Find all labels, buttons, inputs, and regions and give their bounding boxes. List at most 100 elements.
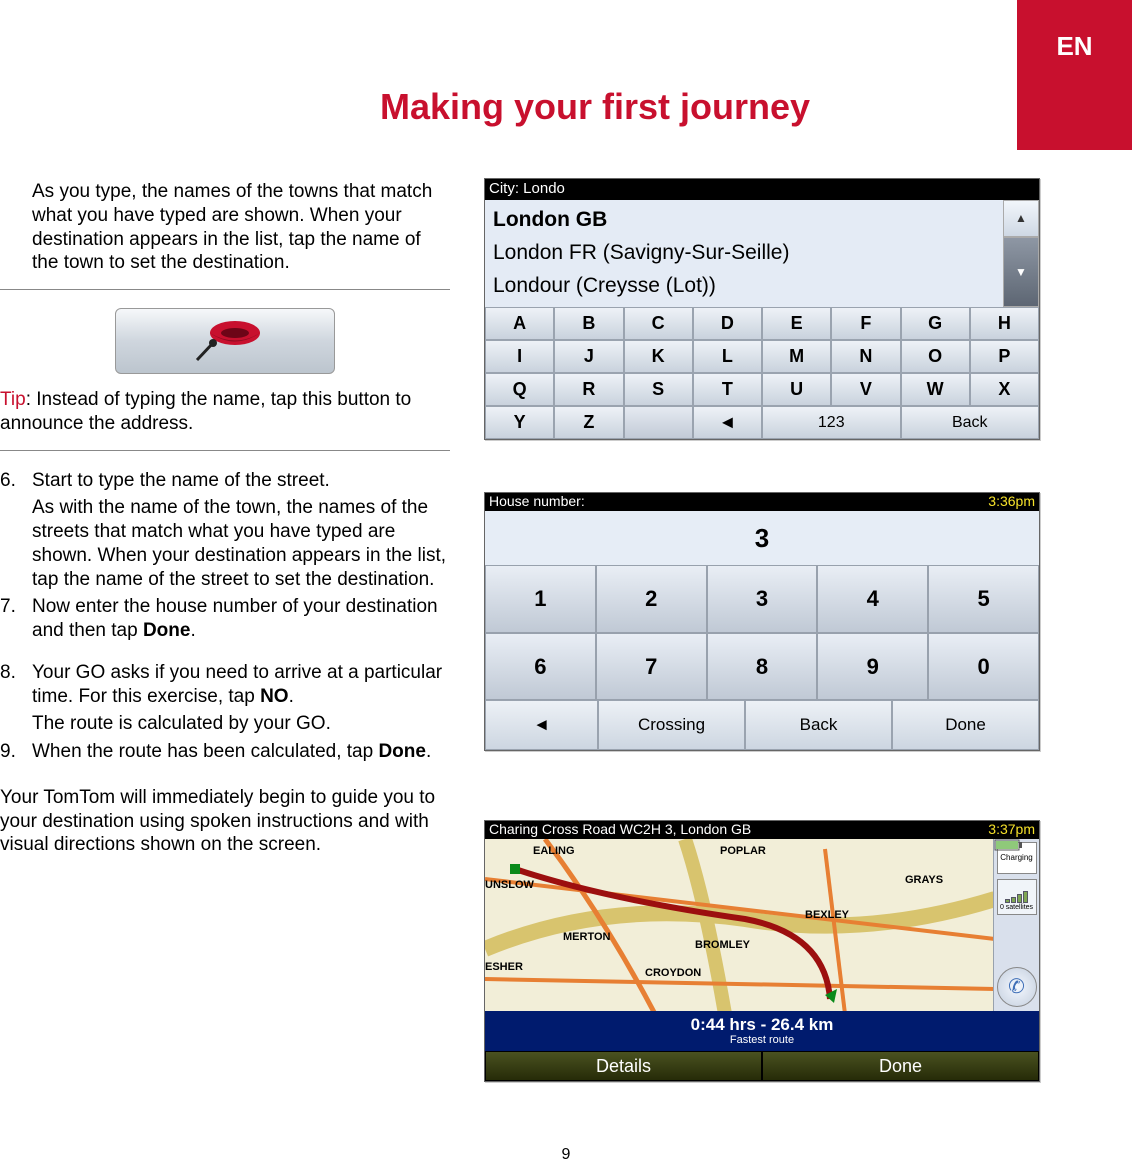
map-label-croydon: CROYDON [645,967,701,981]
key-m[interactable]: M [762,340,831,373]
step-bold: NO [260,686,289,707]
map-label-ealing: EALING [533,845,575,859]
city-input-header[interactable]: City: Londo [485,179,1039,200]
step-8: 8. Your GO asks if you need to arrive at… [32,661,450,736]
left-text-column: As you type, the names of the towns that… [0,180,450,857]
key-blank [624,406,693,439]
satellites-label: 0 satellites [1000,904,1033,913]
details-button[interactable]: Details [485,1051,762,1081]
key-0[interactable]: 0 [928,633,1039,701]
step-9: 9. When the route has been calculated, t… [32,740,450,764]
done-button[interactable]: Done [762,1051,1039,1081]
phone-icon: ✆ [1008,975,1025,1000]
step-6: 6. Start to type the name of the street.… [32,469,450,592]
key-i[interactable]: I [485,340,554,373]
key-e[interactable]: E [762,307,831,340]
key-6[interactable]: 6 [485,633,596,701]
tip-paragraph: Tip: Instead of typing the name, tap thi… [0,388,450,436]
map-label-grays: GRAYS [905,874,943,888]
back-arrow-button[interactable]: ◄ [485,700,598,750]
numeric-keypad: 1 2 3 4 5 6 7 8 9 0 [485,565,1039,700]
back-button[interactable]: Back [745,700,892,750]
map-area[interactable]: EALING POPLAR UNSLOW GRAYS MERTON BEXLEY… [485,839,1039,1011]
house-number-screenshot: House number: 3:36pm 3 1 2 3 4 5 6 7 8 9… [484,492,1040,751]
key-p[interactable]: P [970,340,1039,373]
city-results-list: London GB London FR (Savigny-Sur-Seille)… [485,200,1003,307]
phone-button[interactable]: ✆ [997,967,1037,1007]
key-o[interactable]: O [901,340,970,373]
step-number: 8. [0,661,16,685]
key-r[interactable]: R [554,373,623,406]
key-y[interactable]: Y [485,406,554,439]
house-number-label: House number: [489,493,585,511]
key-u[interactable]: U [762,373,831,406]
key-f[interactable]: F [831,307,900,340]
key-v[interactable]: V [831,373,900,406]
step-text: The route is calculated by your GO. [32,712,450,736]
key-z[interactable]: Z [554,406,623,439]
city-search-screenshot: City: Londo London GB London FR (Savigny… [484,178,1040,440]
key-b[interactable]: B [554,307,623,340]
key-c[interactable]: C [624,307,693,340]
crossing-button[interactable]: Crossing [598,700,745,750]
key-d[interactable]: D [693,307,762,340]
battery-icon [994,839,1024,851]
city-result-item[interactable]: Londour (Creysse (Lot)) [493,273,995,299]
closing-paragraph: Your TomTom will immediately begin to gu… [0,786,450,857]
key-j[interactable]: J [554,340,623,373]
key-8[interactable]: 8 [707,633,818,701]
charging-indicator: Charging [997,842,1037,874]
key-x[interactable]: X [970,373,1039,406]
key-q[interactable]: Q [485,373,554,406]
step-text: Your GO asks if you need to arrive at a … [32,662,442,707]
key-9[interactable]: 9 [817,633,928,701]
key-backspace[interactable]: ◄ [693,406,762,439]
map-label-esher: ESHER [485,961,523,975]
step-number: 6. [0,469,16,493]
step-bold: Done [143,620,191,641]
tip-text: : Instead of typing the name, tap this b… [0,389,411,434]
map-label-poplar: POPLAR [720,845,766,859]
key-l[interactable]: L [693,340,762,373]
map-label-bexley: BEXLEY [805,909,849,923]
scroll-up-button[interactable]: ▲ [1003,200,1039,238]
map-roads-icon [485,839,995,1011]
key-k[interactable]: K [624,340,693,373]
key-123[interactable]: 123 [762,406,901,439]
step-text: . [190,620,195,641]
route-summary-screenshot: Charing Cross Road WC2H 3, London GB 3:3… [484,820,1040,1082]
lips-microphone-icon [185,318,265,364]
scroll-down-button[interactable]: ▼ [1003,237,1039,307]
step-text: As with the name of the town, the names … [32,496,450,591]
steps-list: 6. Start to type the name of the street.… [0,469,450,764]
route-type: Fastest route [730,1034,794,1048]
key-a[interactable]: A [485,307,554,340]
done-button[interactable]: Done [892,700,1039,750]
key-back[interactable]: Back [901,406,1040,439]
voice-input-button[interactable] [115,308,335,374]
key-3[interactable]: 3 [707,565,818,633]
map-label-merton: MERTON [563,931,610,945]
key-5[interactable]: 5 [928,565,1039,633]
map-status-bar: Charging 0 satellites ✆ [993,839,1039,1011]
key-h[interactable]: H [970,307,1039,340]
city-result-item[interactable]: London GB [493,207,995,233]
key-s[interactable]: S [624,373,693,406]
route-time-distance: 0:44 hrs - 26.4 km [691,1014,834,1035]
key-g[interactable]: G [901,307,970,340]
key-1[interactable]: 1 [485,565,596,633]
key-7[interactable]: 7 [596,633,707,701]
key-4[interactable]: 4 [817,565,928,633]
step-text: . [426,741,431,762]
key-2[interactable]: 2 [596,565,707,633]
key-t[interactable]: T [693,373,762,406]
tip-label: Tip [0,389,26,410]
alpha-keyboard: A B C D E F G H I J K L M N O P Q R S T … [485,307,1039,439]
key-n[interactable]: N [831,340,900,373]
page-number: 9 [562,1145,571,1165]
clock-time: 3:36pm [988,493,1035,511]
step-text: Start to type the name of the street. [32,469,450,493]
map-label-bromley: BROMLEY [695,939,750,953]
key-w[interactable]: W [901,373,970,406]
city-result-item[interactable]: London FR (Savigny-Sur-Seille) [493,240,995,266]
